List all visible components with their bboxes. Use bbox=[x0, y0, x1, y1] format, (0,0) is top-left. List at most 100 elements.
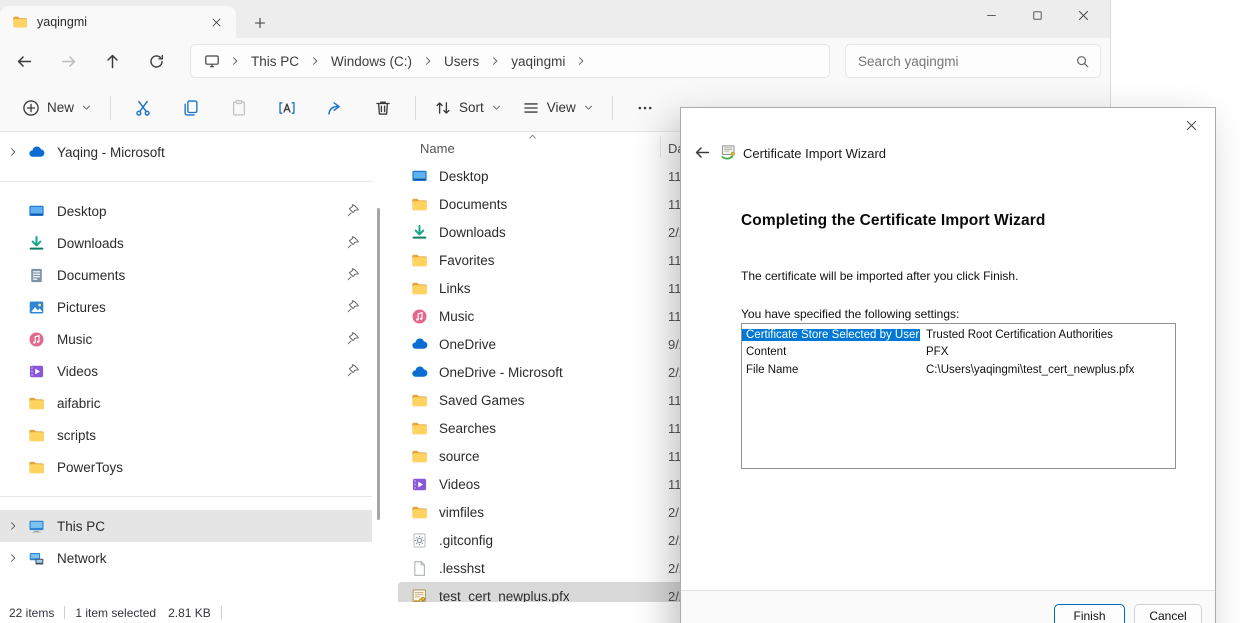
breadcrumb-segment-users[interactable]: Users bbox=[436, 50, 487, 73]
sidebar-item-desktop[interactable]: Desktop bbox=[0, 195, 372, 227]
sidebar-divider bbox=[0, 181, 372, 182]
sidebar-item-videos[interactable]: Videos bbox=[0, 355, 372, 387]
cut-button[interactable] bbox=[119, 90, 167, 126]
selection-count: 1 item selected bbox=[75, 606, 156, 620]
setting-row-file-name[interactable]: File NameC:\Users\yaqingmi\test_cert_new… bbox=[742, 361, 1175, 379]
pin-icon bbox=[346, 268, 360, 282]
downloads-icon bbox=[28, 235, 45, 252]
copy-button[interactable] bbox=[167, 90, 215, 126]
folder-icon bbox=[411, 196, 428, 213]
breadcrumb-segment-yaqingmi[interactable]: yaqingmi bbox=[503, 50, 573, 73]
sidebar-item-music[interactable]: Music bbox=[0, 323, 372, 355]
see-more-button[interactable] bbox=[621, 90, 669, 126]
file-name: Videos bbox=[439, 477, 480, 492]
quick-access-list: Desktop Downloads DocumentsPicturesMusicVi… bbox=[0, 195, 398, 483]
sidebar-scrollbar[interactable] bbox=[377, 208, 380, 520]
breadcrumb[interactable]: This PC Windows (C:) Users yaqingmi bbox=[190, 44, 830, 78]
onedrive-icon bbox=[411, 336, 428, 353]
search-input[interactable] bbox=[858, 54, 1075, 69]
rename-button[interactable] bbox=[263, 90, 311, 126]
sidebar-item-label: Desktop bbox=[57, 204, 346, 219]
setting-row-certificate-store-selected-by-user[interactable]: Certificate Store Selected by UserTruste… bbox=[742, 326, 1175, 344]
pin-icon bbox=[346, 236, 360, 250]
file-name: Favorites bbox=[439, 253, 495, 268]
back-button[interactable] bbox=[2, 44, 46, 78]
documents-icon bbox=[28, 267, 45, 284]
column-divider[interactable] bbox=[660, 136, 661, 157]
pin-icon bbox=[346, 300, 360, 314]
refresh-button[interactable] bbox=[134, 44, 178, 78]
chevron-right-icon[interactable] bbox=[7, 520, 19, 532]
breadcrumb-segment-this-pc[interactable]: This PC bbox=[243, 50, 307, 73]
setting-row-content[interactable]: ContentPFX bbox=[742, 344, 1175, 362]
folder-icon bbox=[411, 504, 428, 521]
dialog-back-button[interactable] bbox=[688, 141, 716, 164]
dialog-close-button[interactable] bbox=[1176, 113, 1206, 138]
file-name: Downloads bbox=[439, 225, 506, 240]
minimize-icon bbox=[984, 8, 999, 23]
settings-table[interactable]: Certificate Store Selected by UserTruste… bbox=[741, 323, 1176, 469]
this-pc-address-icon-button[interactable] bbox=[197, 47, 227, 75]
tab-yaqingmi[interactable]: yaqingmi bbox=[0, 6, 236, 38]
breadcrumb-segments: This PC Windows (C:) Users yaqingmi bbox=[243, 50, 589, 73]
sidebar-item-label: PowerToys bbox=[57, 460, 372, 475]
minimize-button[interactable] bbox=[968, 0, 1014, 30]
search-icon bbox=[1075, 54, 1090, 69]
videos-icon bbox=[28, 363, 45, 380]
pin-icon bbox=[346, 204, 360, 218]
sidebar-item-powertoys[interactable]: PowerToys bbox=[0, 451, 372, 483]
cancel-button[interactable]: Cancel bbox=[1134, 604, 1202, 623]
new-button[interactable]: New bbox=[12, 90, 102, 126]
finish-button[interactable]: Finish bbox=[1054, 604, 1125, 623]
sidebar: Yaqing - Microsoft Desktop Downloads Docum… bbox=[0, 132, 398, 602]
forward-button[interactable] bbox=[46, 44, 90, 78]
tree-list: This PC Network bbox=[0, 510, 398, 574]
sort-ascending-caret-icon bbox=[526, 130, 539, 143]
music-icon bbox=[28, 331, 45, 348]
view-button[interactable]: View bbox=[512, 90, 604, 126]
share-button[interactable] bbox=[311, 90, 359, 126]
sidebar-item-aifabric[interactable]: aifabric bbox=[0, 387, 372, 419]
folder-icon bbox=[411, 252, 428, 269]
refresh-icon bbox=[148, 53, 165, 70]
back-arrow-icon bbox=[16, 53, 33, 70]
status-divider bbox=[64, 606, 65, 619]
screen: yaqingmi This PC Windows (C:) Users yaqingm… bbox=[0, 0, 1240, 623]
chevron-down-icon bbox=[583, 102, 594, 113]
setting-key: Content bbox=[742, 346, 920, 358]
sidebar-item-label: Network bbox=[57, 551, 372, 566]
chevron-down-icon bbox=[491, 102, 502, 113]
tab-close-button[interactable] bbox=[204, 10, 228, 34]
file-name: OneDrive bbox=[439, 337, 496, 352]
sidebar-item-documents[interactable]: Documents bbox=[0, 259, 372, 291]
paste-button-disabled[interactable] bbox=[215, 90, 263, 126]
sidebar-item-scripts[interactable]: scripts bbox=[0, 419, 372, 451]
new-tab-button[interactable] bbox=[246, 9, 273, 36]
pin-icon bbox=[346, 332, 360, 346]
close-window-button[interactable] bbox=[1060, 0, 1106, 30]
sort-button[interactable]: Sort bbox=[424, 90, 512, 126]
delete-button[interactable] bbox=[359, 90, 407, 126]
sidebar-item-label: Downloads bbox=[57, 236, 346, 251]
folder-icon bbox=[28, 395, 45, 412]
sidebar-item-this-pc[interactable]: This PC bbox=[0, 510, 372, 542]
toolbar-divider bbox=[612, 96, 613, 120]
chevron-right-icon[interactable] bbox=[7, 146, 19, 158]
name-column-header[interactable]: Name bbox=[420, 141, 455, 156]
breadcrumb-segment-windows-c[interactable]: Windows (C:) bbox=[323, 50, 420, 73]
sidebar-item-network[interactable]: Network bbox=[0, 542, 372, 574]
desktop-icon bbox=[28, 203, 45, 220]
certificate-wizard-icon bbox=[719, 144, 737, 161]
dialog-title: Certificate Import Wizard bbox=[743, 146, 886, 161]
sidebar-item-downloads[interactable]: Downloads bbox=[0, 227, 372, 259]
sidebar-item-yaqing-microsoft[interactable]: Yaqing - Microsoft bbox=[0, 136, 372, 168]
maximize-button[interactable] bbox=[1014, 0, 1060, 30]
sidebar-item-pictures[interactable]: Pictures bbox=[0, 291, 372, 323]
chevron-right-icon bbox=[422, 55, 434, 67]
item-count: 22 items bbox=[9, 606, 54, 620]
setting-value: PFX bbox=[920, 346, 948, 358]
search-box[interactable] bbox=[845, 44, 1101, 78]
chevron-right-icon[interactable] bbox=[7, 552, 19, 564]
plus-icon bbox=[253, 16, 267, 30]
up-button[interactable] bbox=[90, 44, 134, 78]
